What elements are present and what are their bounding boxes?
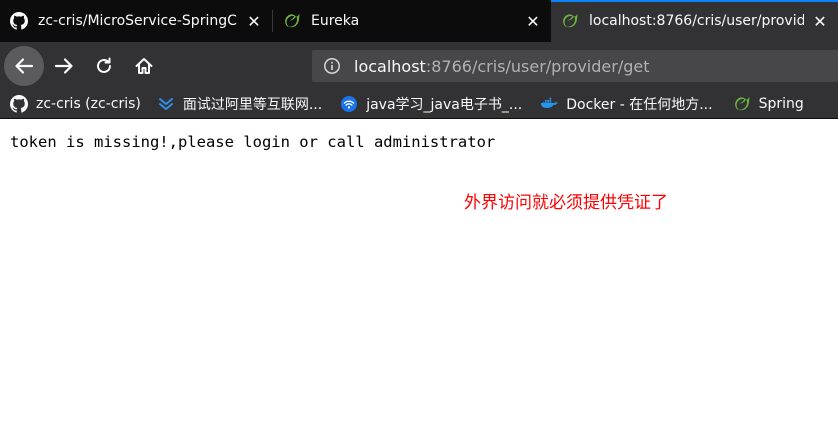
site-info-icon[interactable] [318, 57, 346, 75]
home-icon [134, 56, 154, 76]
annotation-note: 外界访问就必须提供凭证了 [464, 193, 668, 213]
navigation-toolbar: localhost:8766/cris/user/provider/get [0, 42, 838, 90]
github-icon [10, 12, 28, 30]
page-content: token is missing!,please login or call a… [0, 119, 838, 441]
close-tab-icon[interactable]: ✕ [812, 12, 828, 31]
tab-eureka[interactable]: Eureka ✕ [273, 0, 551, 42]
spring-leaf-icon [733, 95, 751, 113]
bookmark-label: java学习_java电子书_... [366, 97, 523, 113]
bookmark-interview[interactable]: 面试过阿里等互联网... [149, 94, 330, 114]
url-host: localhost [354, 56, 426, 76]
arrow-right-icon [53, 55, 75, 77]
error-message: token is missing!,please login or call a… [10, 133, 496, 151]
tab-title: zc-cris/MicroService-SpringCloud [38, 13, 238, 29]
url-bar[interactable]: localhost:8766/cris/user/provider/get [312, 50, 838, 82]
home-button[interactable] [128, 50, 160, 82]
reload-button[interactable] [88, 50, 120, 82]
tab-github[interactable]: zc-cris/MicroService-SpringCloud ✕ [0, 0, 272, 42]
arrow-left-icon [13, 55, 35, 77]
chevrons-down-icon [157, 95, 175, 113]
bookmark-spring[interactable]: Spring [721, 95, 812, 113]
bookmark-docker[interactable]: Docker - 在任何地方... [530, 94, 720, 114]
forward-button[interactable] [48, 50, 80, 82]
bookmark-label: Spring [758, 96, 804, 112]
github-icon [10, 95, 28, 113]
bookmark-label: Docker - 在任何地方... [566, 97, 713, 113]
bookmarks-toolbar: zc-cris (zc-cris) 面试过阿里等互联网... java学习_ja… [0, 90, 838, 119]
docker-whale-icon [540, 95, 559, 113]
bookmark-label: 面试过阿里等互联网... [182, 97, 323, 113]
spring-leaf-icon [561, 12, 579, 30]
wifi-icon [340, 95, 358, 113]
tab-title: Eureka [311, 13, 360, 29]
close-tab-icon[interactable]: ✕ [525, 12, 541, 31]
bookmark-github[interactable]: zc-cris (zc-cris) [0, 95, 149, 113]
tab-localhost-active[interactable]: localhost:8766/cris/user/provider/get ✕ [551, 0, 838, 42]
close-tab-icon[interactable]: ✕ [246, 12, 262, 31]
tab-title: localhost:8766/cris/user/provider/get [589, 13, 804, 29]
url-path: :8766/cris/user/provider/get [425, 56, 650, 76]
tab-strip: zc-cris/MicroService-SpringCloud ✕ Eurek… [0, 0, 838, 42]
spring-leaf-icon [283, 12, 301, 30]
back-button[interactable] [4, 46, 44, 86]
bookmark-label: zc-cris (zc-cris) [36, 96, 141, 112]
bookmark-java[interactable]: java学习_java电子书_... [330, 94, 530, 114]
reload-icon [94, 56, 114, 76]
